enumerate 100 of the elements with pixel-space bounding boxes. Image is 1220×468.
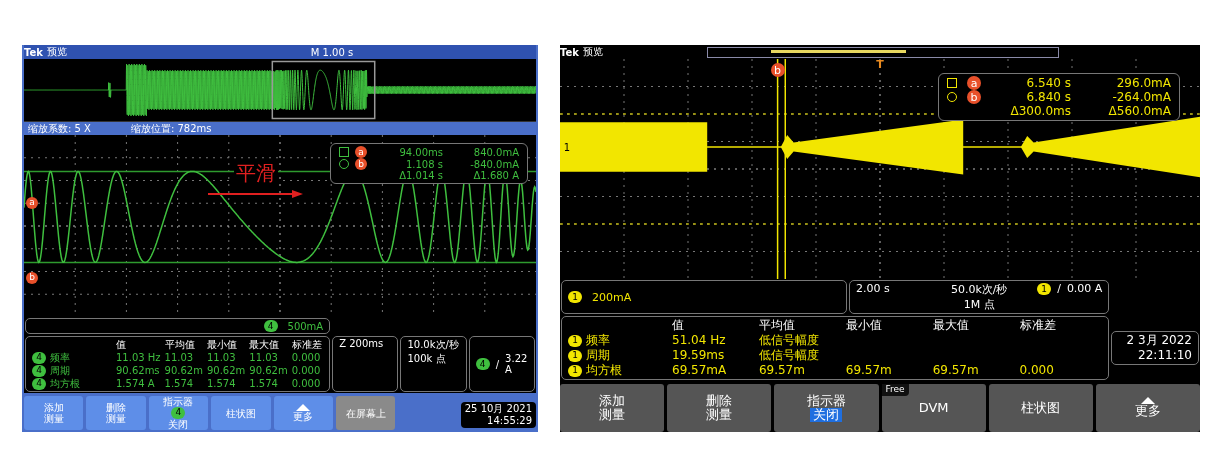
brand-label: Tek [24, 46, 43, 58]
table-cell-text: 0.000 [1019, 363, 1055, 378]
acquisition-info: 50.0k次/秒 1M 点 [949, 282, 1009, 312]
mode-label: 预览 [582, 45, 603, 59]
zoom-window[interactable] [271, 60, 376, 120]
cursor-marker: a [355, 146, 367, 158]
channel-badge: 4 [32, 351, 46, 364]
channel-badge: 4 [263, 320, 278, 332]
channel-badge: 1 [1037, 282, 1052, 295]
square-icon [339, 147, 349, 157]
state-tag: 关闭 [810, 408, 843, 423]
cursor-marker: b [967, 90, 981, 104]
cursor-marker[interactable]: b [770, 63, 785, 77]
delta-time: Δ1.014 s [398, 170, 443, 181]
table-cell-text: 低信号幅度 [758, 348, 820, 363]
trigger-level: 3.22 A [505, 353, 528, 375]
table-cell-text: 0.000 [291, 377, 322, 390]
column-header: 最小值 [845, 318, 883, 333]
column-header: 最大值 [249, 338, 281, 351]
cursor-time: 6.840 s [1025, 90, 1071, 104]
zoom-factor: 缩放系数: 5 X [28, 121, 91, 136]
square-icon [947, 78, 957, 88]
channel-scale-box[interactable]: 1 200mA [561, 280, 847, 314]
table-cell: 90.62m [249, 364, 288, 377]
table-cell-text: 0.000 [291, 364, 322, 377]
trigger-slope: / [495, 358, 500, 370]
table-cell-text: 1.574 [206, 377, 237, 390]
table-cell-text: 1.574 [249, 377, 279, 390]
menu-button[interactable]: 更多 [1095, 384, 1201, 432]
acquisition-box[interactable]: 2.00 s 50.0k次/秒 1M 点 1 / 0.00 A [849, 280, 1110, 314]
caret-up-icon [296, 404, 311, 411]
table-cell: 11.03 Hz [116, 351, 161, 364]
column-header: 标准差 [1019, 318, 1057, 333]
channel-badge: 1 [568, 334, 582, 347]
free-tag: Free [881, 384, 909, 396]
cursor-time: 6.540 s [1025, 76, 1071, 90]
channel-badge: 4 [171, 407, 186, 419]
table-cell-text: 1.574 A [116, 377, 156, 390]
measurement-name: 均方根 [586, 363, 622, 378]
channel-scale-box[interactable]: 4 500mA [25, 318, 331, 334]
table-cell-text: 69.57mA [672, 363, 728, 378]
horizontal-scale: 2.00 s [856, 282, 891, 297]
mode-label: 预览 [46, 45, 67, 59]
cursor-value: -840.0mA [469, 158, 519, 170]
date-time: 25 10月 2021 14:55:29 [460, 402, 536, 428]
date-time: 2 3月 2022 22:11:10 [1111, 331, 1199, 365]
table-cell-text: 1.574 [164, 377, 195, 390]
timebase-label: M 1.00 s [310, 46, 354, 58]
menu-button[interactable]: Free DVM [881, 384, 986, 432]
horizontal-scale[interactable]: Z 200ms [332, 336, 399, 392]
channel-badge: 4 [32, 364, 46, 377]
cursor-marker[interactable]: b [26, 271, 38, 284]
measurement-name: 频率 [50, 351, 70, 364]
channel-badge: 4 [32, 377, 46, 390]
table-cell-text: 11.03 [164, 351, 195, 364]
cursor-value: 296.0mA [1115, 76, 1171, 90]
table-cell-text: 69.57m [932, 363, 980, 378]
cursor-value: 840.0mA [472, 146, 519, 158]
column-header: 最小值 [206, 338, 238, 351]
menu-button[interactable]: 添加 测量 [560, 384, 665, 432]
measurement-name: 频率 [586, 333, 610, 348]
table-cell-text: 51.04 Hz [672, 333, 727, 348]
table-cell-text: 11.03 [249, 351, 279, 364]
column-header: 平均值 [758, 318, 796, 333]
zoom-position: 缩放位置: 782ms [130, 121, 212, 136]
cursor-line[interactable] [24, 261, 536, 264]
cursor-time: 1.108 s [404, 158, 443, 170]
cursor-marker[interactable]: a [26, 196, 38, 209]
table-cell-text: 69.57m [758, 363, 806, 378]
cursor-marker: b [355, 158, 367, 170]
table-cell: 90.62ms [116, 364, 161, 377]
column-header: 最大值 [932, 318, 970, 333]
menu-button[interactable]: 指示器 关闭 [774, 384, 879, 432]
column-header: 平均值 [164, 338, 196, 351]
menu-button[interactable]: 删除 测量 [667, 384, 772, 432]
trigger-level: 0.00 A [1066, 282, 1103, 295]
delta-time: Δ300.0ms [1009, 104, 1071, 118]
table-cell-text: 低信号幅度 [758, 333, 820, 348]
table-cell-text: 11.03 [206, 351, 237, 364]
channel-badge: 4 [475, 358, 490, 370]
menu-button[interactable]: 指示器 4 关闭 [148, 396, 209, 430]
column-header: 值 [116, 338, 127, 351]
caret-up-icon [1140, 397, 1155, 405]
brand-label: Tek [560, 46, 579, 58]
trigger-marker[interactable]: T [876, 59, 884, 70]
acquisition-info[interactable]: 10.0k次/秒 100k 点 [400, 336, 467, 392]
channel-badge: 1 [568, 349, 582, 362]
menu-button[interactable]: 柱状图 [988, 384, 1093, 432]
trigger-slope: / [1057, 282, 1061, 295]
channel-scale: 200mA [592, 290, 632, 304]
table-cell-text: 0.000 [291, 351, 322, 364]
table-cell: 90.62m [164, 364, 203, 377]
channel-badge: 1 [568, 364, 582, 377]
measurement-name: 均方根 [50, 377, 80, 390]
state-tag: 关闭 [165, 419, 192, 430]
table-cell-text: 69.57m [845, 363, 893, 378]
column-header: 标准差 [291, 338, 323, 351]
table-cell-text: 19.59ms [672, 348, 726, 363]
cursor-value: -264.0mA [1111, 90, 1171, 104]
delta-value: Δ560.0mA [1107, 104, 1171, 118]
